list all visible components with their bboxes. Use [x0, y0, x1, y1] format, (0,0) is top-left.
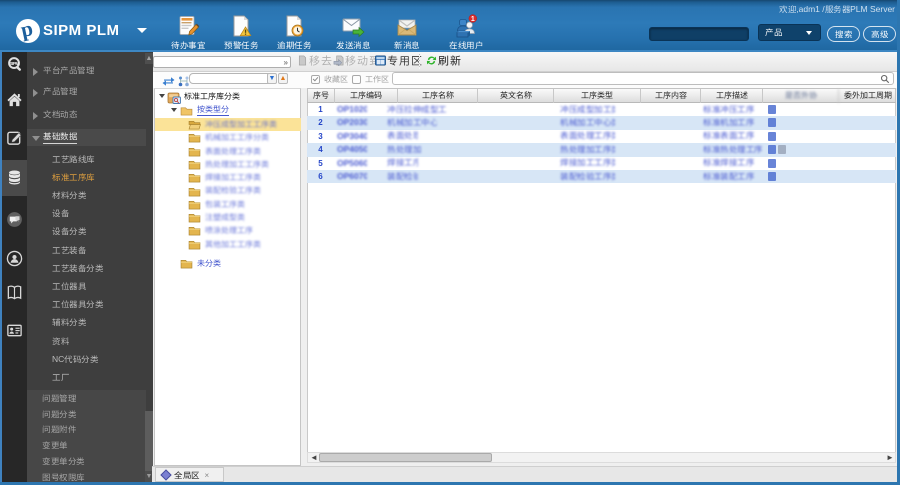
svg-text:SIPM: SIPM	[10, 61, 20, 66]
svg-text:1: 1	[471, 16, 475, 23]
